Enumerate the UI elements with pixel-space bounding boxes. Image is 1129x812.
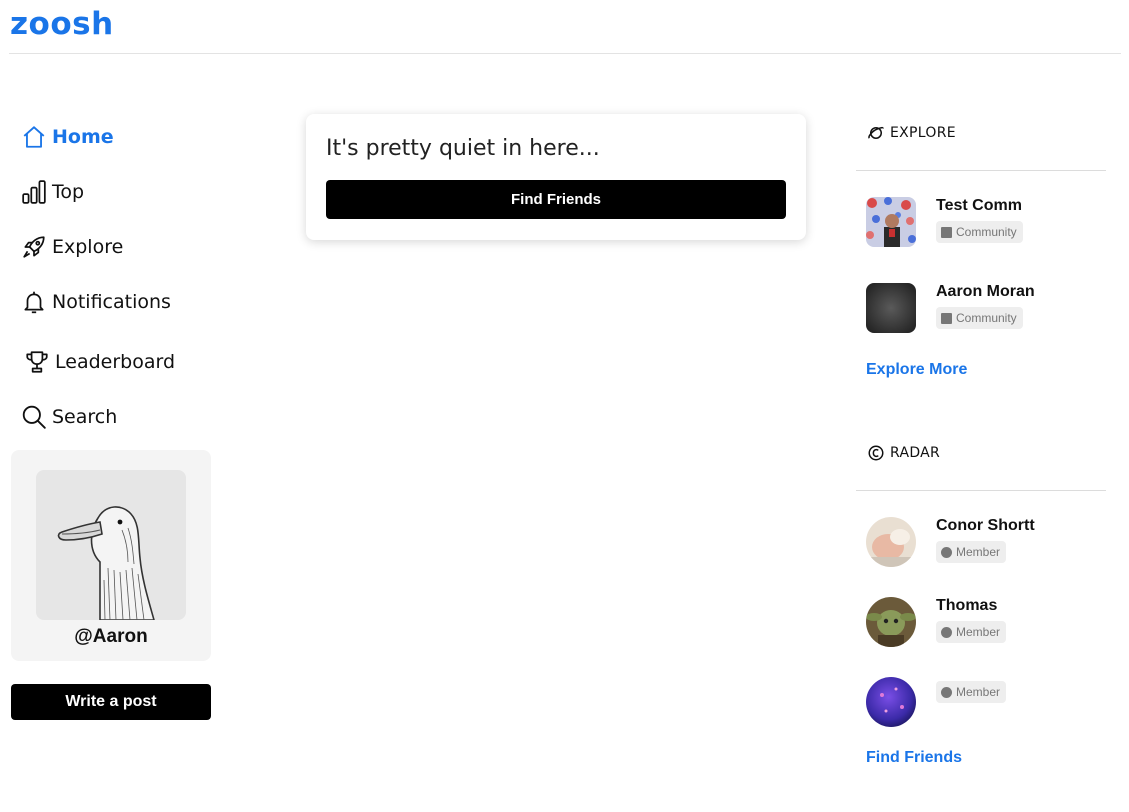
- radar-heading-label: RADAR: [890, 445, 941, 461]
- search-icon: [20, 403, 48, 431]
- explore-divider: [856, 170, 1106, 171]
- radar-heading: RADAR: [866, 442, 940, 464]
- nav-label-home: Home: [52, 126, 114, 148]
- nav-label-top: Top: [52, 181, 85, 203]
- empty-feed-message: It's pretty quiet in here...: [326, 136, 600, 161]
- member-badge-label: Member: [956, 685, 1001, 699]
- zoosh-logo[interactable]: zoosh: [10, 4, 114, 44]
- member-badge-icon: [941, 546, 952, 558]
- radar-item-name[interactable]: Thomas: [936, 597, 997, 615]
- radar-item[interactable]: Conor Shortt Member: [866, 517, 1106, 569]
- nav-label-notifications: Notifications: [52, 291, 171, 313]
- radar-divider: [856, 490, 1106, 491]
- find-friends-button[interactable]: Find Friends: [326, 180, 786, 219]
- collage-avatar[interactable]: [866, 197, 916, 247]
- rocket-icon: [20, 233, 48, 261]
- radar-item[interactable]: Member: [866, 677, 1106, 729]
- radar-find-friends-link[interactable]: Find Friends: [866, 749, 962, 767]
- goose-avatar[interactable]: [36, 470, 186, 620]
- explore-item-name[interactable]: Aaron Moran: [936, 283, 1035, 301]
- nav-label-explore: Explore: [52, 236, 124, 258]
- explore-item[interactable]: Aaron Moran Community: [866, 283, 1106, 335]
- community-badge-icon: [941, 312, 952, 324]
- member-badge-label: Member: [956, 625, 1001, 639]
- nav-label-search: Search: [52, 406, 118, 428]
- community-badge-icon: [941, 226, 952, 238]
- header-divider: [9, 53, 1121, 54]
- community-badge-label: Community: [956, 311, 1017, 325]
- profile-handle[interactable]: @Aaron: [11, 626, 211, 648]
- radar-item-name[interactable]: Conor Shortt: [936, 517, 1035, 535]
- explore-heading: EXPLORE: [866, 122, 956, 144]
- write-post-button[interactable]: Write a post: [11, 684, 211, 720]
- profile-card[interactable]: @Aaron: [11, 450, 211, 661]
- community-badge: Community: [936, 221, 1023, 243]
- bell-icon: [20, 288, 48, 316]
- planet-icon: [866, 123, 886, 143]
- bar-chart-icon: [20, 178, 48, 206]
- member-badge-label: Member: [956, 545, 1001, 559]
- member-badge-icon: [941, 626, 952, 638]
- explore-item[interactable]: Test Comm Community: [866, 197, 1106, 249]
- radar-item[interactable]: Thomas Member: [866, 597, 1106, 649]
- nav-item-notifications[interactable]: Notifications: [20, 287, 171, 317]
- nav-item-top[interactable]: Top: [20, 177, 84, 207]
- nav-label-leaderboard: Leaderboard: [55, 351, 176, 373]
- empty-feed-card: It's pretty quiet in here... Find Friend…: [306, 114, 806, 240]
- explore-more-link[interactable]: Explore More: [866, 361, 967, 379]
- community-badge-label: Community: [956, 225, 1017, 239]
- dark-gradient-avatar[interactable]: [866, 283, 916, 333]
- community-badge: Community: [936, 307, 1023, 329]
- explore-heading-label: EXPLORE: [890, 125, 956, 141]
- nav-item-search[interactable]: Search: [20, 402, 117, 432]
- member-badge: Member: [936, 541, 1007, 563]
- trophy-icon: [23, 348, 51, 376]
- nav-item-home[interactable]: Home: [20, 122, 114, 152]
- yoda-avatar[interactable]: [866, 597, 916, 647]
- member-badge-icon: [941, 686, 952, 698]
- radar-icon: [866, 443, 886, 463]
- nav-item-explore[interactable]: Explore: [20, 232, 123, 262]
- nav-item-leaderboard[interactable]: Leaderboard: [20, 347, 175, 377]
- home-icon: [20, 123, 48, 151]
- photo-avatar[interactable]: [866, 517, 916, 567]
- member-badge: Member: [936, 681, 1007, 703]
- purple-orb-avatar[interactable]: [866, 677, 916, 727]
- explore-item-name[interactable]: Test Comm: [936, 197, 1022, 215]
- member-badge: Member: [936, 621, 1007, 643]
